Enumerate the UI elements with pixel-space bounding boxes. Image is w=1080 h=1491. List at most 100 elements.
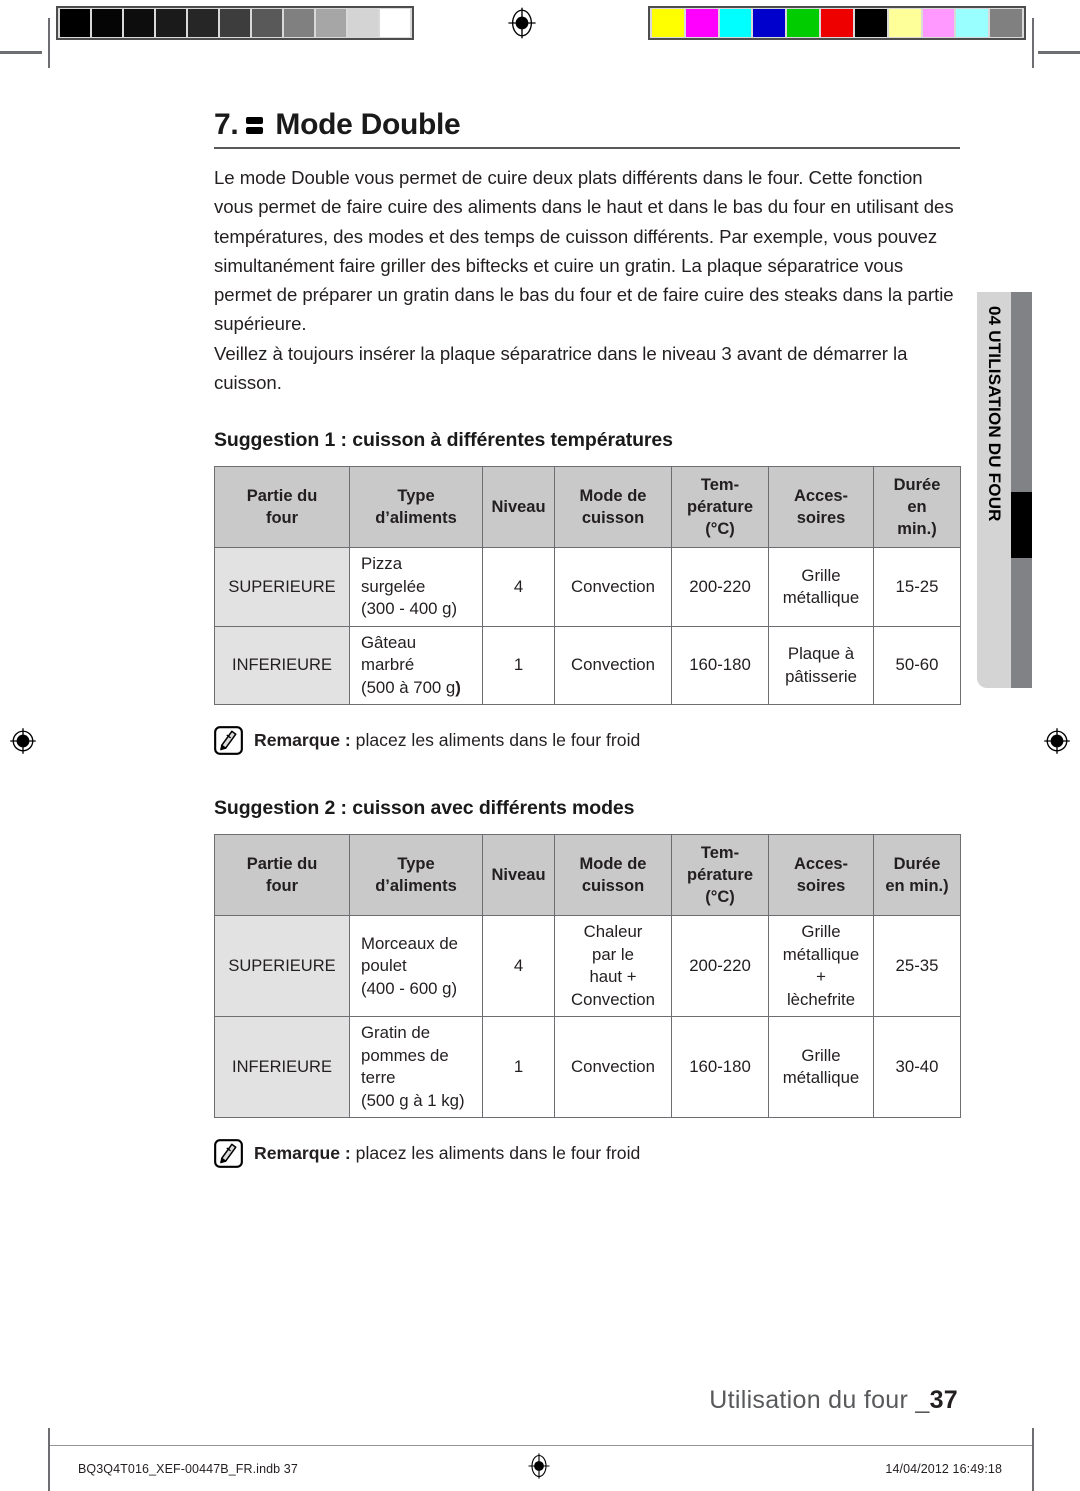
side-tab-dark-bar xyxy=(1011,292,1032,688)
grayscale-calibration-bar xyxy=(56,6,414,40)
footer-filename: BQ3Q4T016_XEF-00447B_FR.indb 37 xyxy=(78,1462,298,1476)
suggestion-1-heading: Suggestion 1 : cuisson à différentes tem… xyxy=(214,429,673,452)
color-calibration-bar xyxy=(648,6,1026,40)
column-header-mode-cuisson: Mode de cuisson xyxy=(554,834,672,917)
calibration-swatch-9 xyxy=(956,9,989,37)
note-text-wrap: Remarque : placez les aliments dans le f… xyxy=(254,1143,640,1164)
note-label: Remarque : xyxy=(254,730,351,751)
section-side-tab: 04 UTILISATION DU FOUR xyxy=(977,292,1032,688)
note-label: Remarque : xyxy=(254,1143,351,1164)
calibration-swatch-5 xyxy=(220,9,250,37)
calibration-swatch-1 xyxy=(92,9,122,37)
table-row: SUPERIEURE Pizza surgelée (300 - 400 g) 4 … xyxy=(214,547,961,627)
crop-mark-vertical-right xyxy=(1032,18,1034,68)
cell-type-aliments: Gratin de pommes de terre (500 g à 1 kg) xyxy=(349,1016,483,1119)
calibration-swatch-8 xyxy=(316,9,346,37)
pencil-note-icon xyxy=(214,726,243,756)
column-header-niveau: Niveau xyxy=(482,466,555,549)
cell-temperature: 200-220 xyxy=(671,547,769,627)
column-header-temperature: Tem-pérature (°C) xyxy=(671,834,769,917)
page-content: 7. Mode Double Le mode Double vous perme… xyxy=(214,108,961,1169)
cell-temperature: 200-220 xyxy=(671,915,769,1018)
cell-accessoires: Grille métallique xyxy=(768,1016,874,1119)
crop-mark-vertical-left-bottom xyxy=(48,1428,50,1491)
column-header-accessoires: Acces-soires xyxy=(768,466,874,549)
cell-food-bold-tail: ) xyxy=(455,677,461,697)
cell-type-aliments: Pizza surgelée (300 - 400 g) xyxy=(349,547,483,627)
footer-divider xyxy=(50,1445,1032,1446)
calibration-swatch-10 xyxy=(990,9,1022,37)
cell-food-text: Pizza surgelée (300 - 400 g) xyxy=(361,554,458,619)
cell-type-aliments: Morceaux de poulet (400 - 600 g) xyxy=(349,915,483,1018)
cell-duree: 25-35 xyxy=(873,915,961,1018)
cell-temperature: 160-180 xyxy=(671,625,769,706)
cell-partie-du-four: INFERIEURE xyxy=(214,1016,350,1119)
column-header-accessoires: Acces-soires xyxy=(768,834,874,917)
calibration-swatch-3 xyxy=(156,9,186,37)
footer-timestamp: 14/04/2012 16:49:18 xyxy=(885,1462,1002,1476)
calibration-swatch-9 xyxy=(348,9,378,37)
column-header-partie-du-four: Partie du four xyxy=(214,834,350,917)
cell-partie-du-four: INFERIEURE xyxy=(214,625,350,706)
suggestion-2-table: Partie du four Type d’aliments Niveau Mode… xyxy=(214,834,961,1119)
calibration-swatch-7 xyxy=(284,9,314,37)
page-title-number: 7. xyxy=(214,108,239,141)
column-header-mode-cuisson: Mode de cuisson xyxy=(554,466,672,549)
registration-mark-left xyxy=(10,728,36,754)
calibration-swatch-7 xyxy=(888,9,921,37)
cell-duree: 15-25 xyxy=(873,547,961,627)
double-mode-icon xyxy=(246,115,264,136)
cell-accessoires: Plaque à pâtisserie xyxy=(768,625,874,706)
table-row: SUPERIEURE Morceaux de poulet (400 - 600 g… xyxy=(214,915,961,1018)
cell-mode-cuisson: Convection xyxy=(554,625,672,706)
suggestion-2-heading: Suggestion 2 : cuisson avec différents m… xyxy=(214,797,635,820)
intro-paragraph: Le mode Double vous permet de cuire deux… xyxy=(214,167,954,394)
calibration-swatch-6 xyxy=(252,9,282,37)
crop-mark-vertical-right-bottom xyxy=(1032,1428,1034,1491)
registration-mark-bottom xyxy=(528,1453,550,1479)
table-header-row: Partie du four Type d’aliments Niveau Mode… xyxy=(214,834,961,917)
registration-mark-right xyxy=(1044,728,1070,754)
registration-mark-top xyxy=(508,7,536,39)
calibration-swatch-4 xyxy=(188,9,218,37)
calibration-swatch-6 xyxy=(854,9,887,37)
column-header-partie-du-four: Partie du four xyxy=(214,466,350,549)
calibration-swatch-5 xyxy=(821,9,853,37)
table-header-row: Partie du four Type d’aliments Niveau Mode… xyxy=(214,466,961,549)
page-number-line: Utilisation du four _37 xyxy=(709,1386,958,1415)
cell-mode-cuisson: Convection xyxy=(554,1016,672,1119)
cell-duree: 50-60 xyxy=(873,625,961,706)
column-header-temperature: Tem-pérature (°C) xyxy=(671,466,769,549)
note-body: placez les aliments dans le four froid xyxy=(350,1143,641,1164)
column-header-duree: Durée en min.) xyxy=(873,466,961,549)
page-section-label: Utilisation du four _ xyxy=(709,1386,930,1414)
suggestion-1-table: Partie du four Type d’aliments Niveau Mode… xyxy=(214,466,961,706)
table-row: INFERIEURE Gâteau marbré (500 à 700 g) 1 C… xyxy=(214,625,961,706)
calibration-swatch-2 xyxy=(124,9,154,37)
calibration-swatch-10 xyxy=(380,9,410,37)
column-header-niveau: Niveau xyxy=(482,834,555,917)
cell-niveau: 4 xyxy=(482,915,555,1018)
cell-type-aliments: Gâteau marbré (500 à 700 g) xyxy=(349,625,483,706)
suggestion-2-note: Remarque : placez les aliments dans le f… xyxy=(214,1139,960,1169)
side-tab-label: 04 UTILISATION DU FOUR xyxy=(985,306,1004,522)
calibration-swatch-3 xyxy=(753,9,786,37)
note-body: placez les aliments dans le four froid xyxy=(350,730,641,751)
column-header-type-aliments: Type d’aliments xyxy=(349,834,483,917)
calibration-swatch-4 xyxy=(787,9,820,37)
cell-niveau: 1 xyxy=(482,1016,555,1119)
cell-niveau: 4 xyxy=(482,547,555,627)
cell-niveau: 1 xyxy=(482,625,555,706)
note-text-wrap: Remarque : placez les aliments dans le f… xyxy=(254,730,640,751)
page-title: 7. Mode Double xyxy=(214,108,960,149)
cell-mode-cuisson: Chaleur par le haut + Convection xyxy=(554,915,672,1018)
column-header-duree: Durée en min.) xyxy=(873,834,961,917)
page-number: 37 xyxy=(929,1386,958,1414)
crop-mark-horizontal-left xyxy=(0,51,42,54)
column-header-type-aliments: Type d’aliments xyxy=(349,466,483,549)
cell-food-text: Gâteau marbré (500 à 700 g xyxy=(361,632,456,697)
manual-page: 04 UTILISATION DU FOUR 7. Mode Double Le… xyxy=(0,0,1080,1491)
cell-partie-du-four: SUPERIEURE xyxy=(214,915,350,1018)
calibration-swatch-8 xyxy=(922,9,955,37)
page-title-text: Mode Double xyxy=(275,108,461,141)
